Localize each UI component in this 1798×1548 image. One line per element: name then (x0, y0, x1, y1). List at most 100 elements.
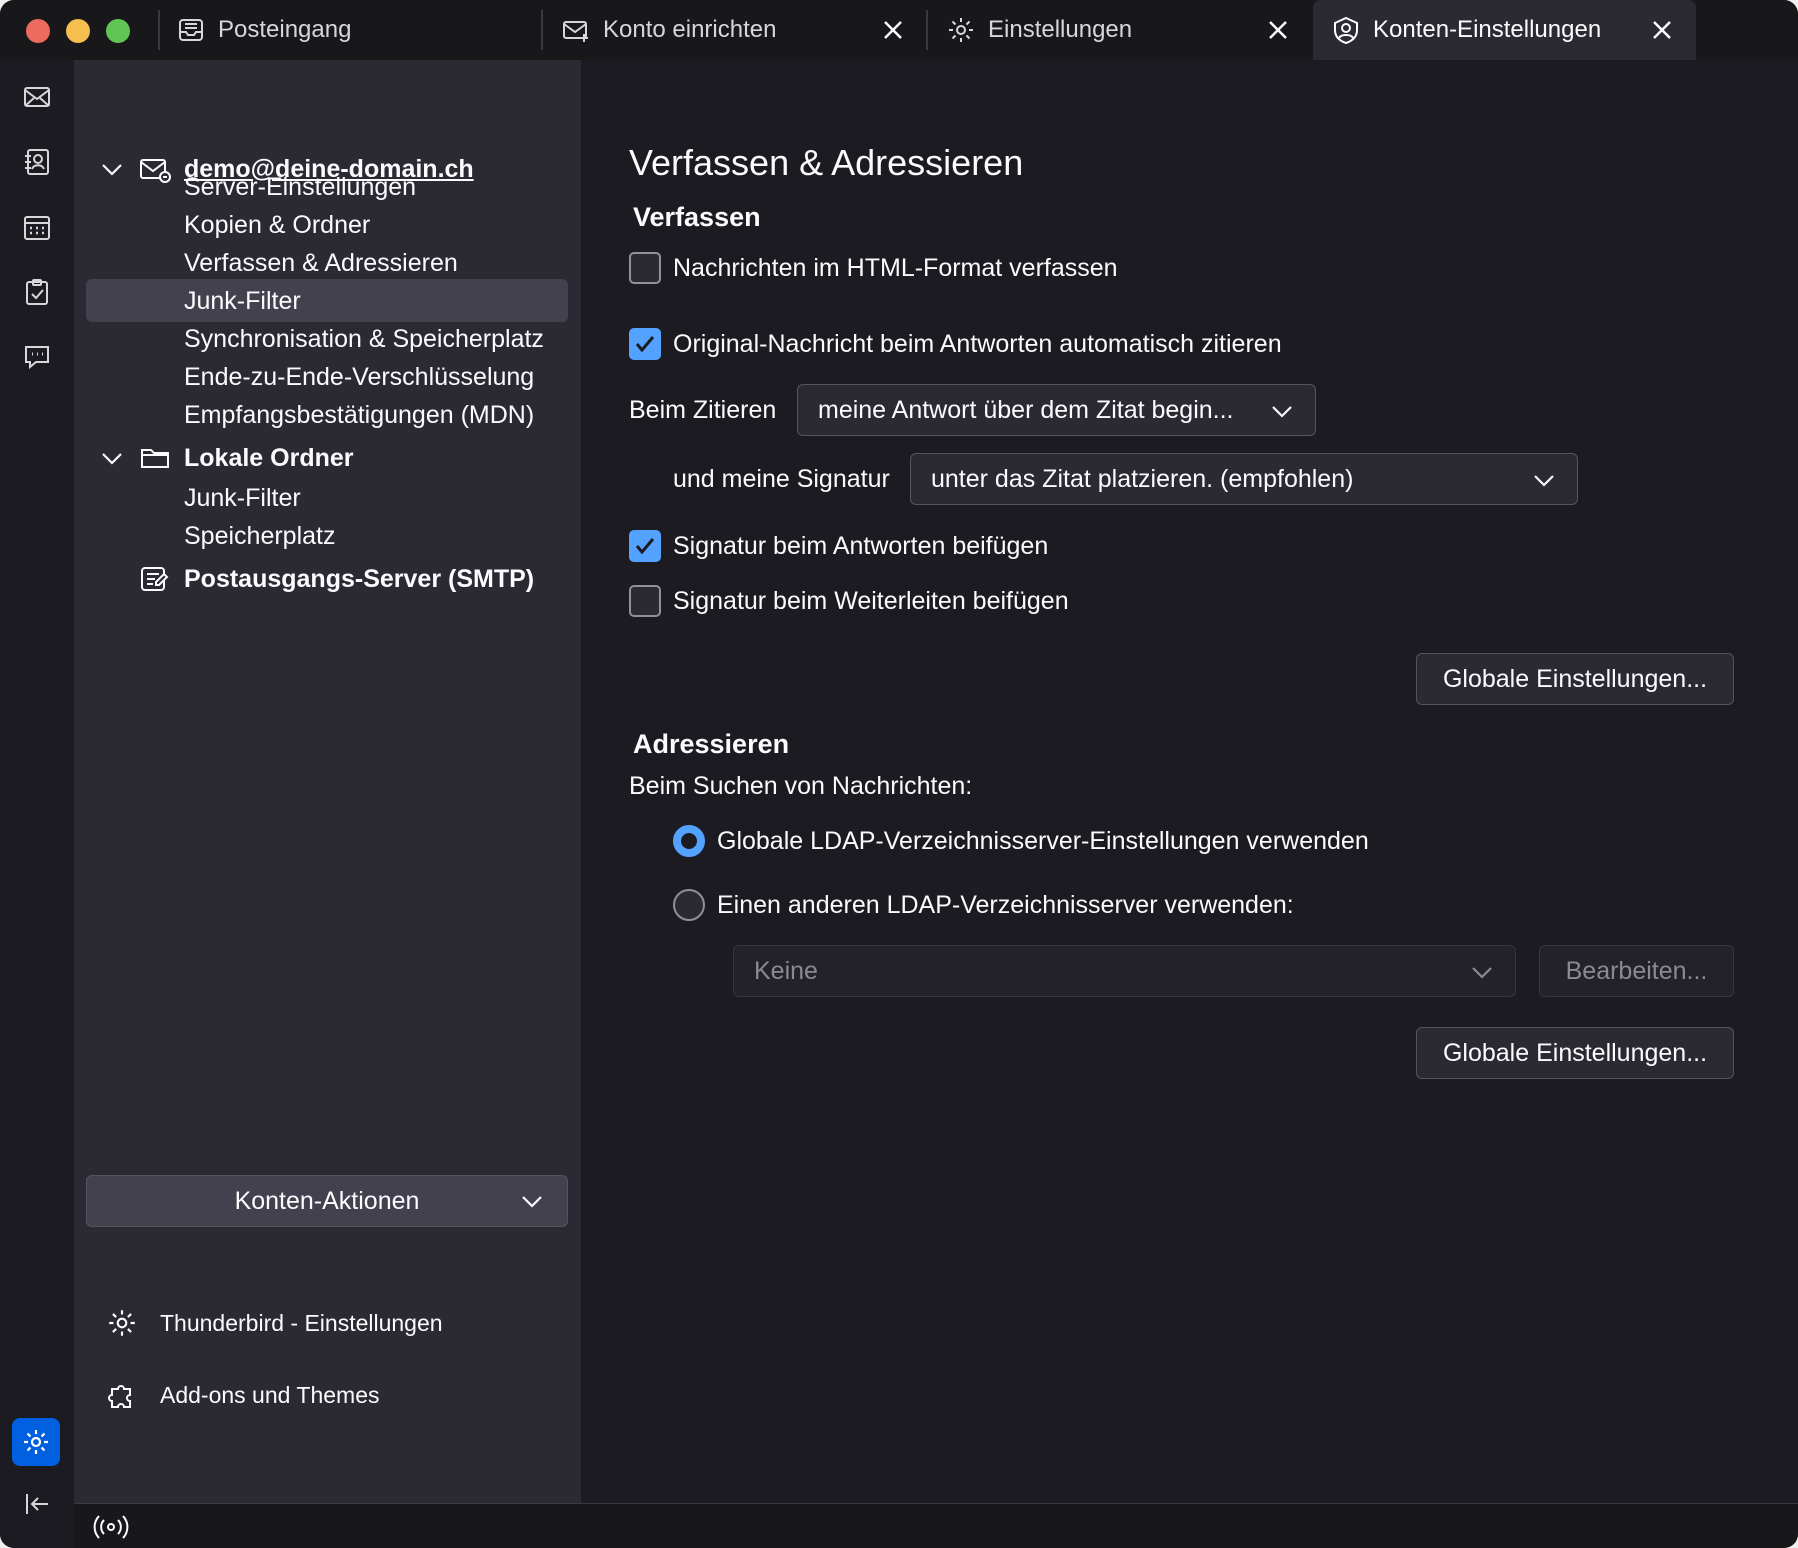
mail-account-icon (138, 152, 172, 186)
signature-position-select[interactable]: unter das Zitat platzieren. (empfohlen) (910, 453, 1578, 505)
sig-reply-label: Signatur beim Antworten beifügen (673, 531, 1049, 560)
tab-separator (158, 10, 160, 50)
tree-item-composition[interactable]: Verfassen & Adressieren (184, 249, 458, 278)
thunderbird-settings-label: Thunderbird - Einstellungen (160, 1309, 443, 1336)
tree-item-junk[interactable]: Junk-Filter (184, 287, 301, 316)
status-bar (74, 1503, 1798, 1548)
quote-position-value: meine Antwort über dem Zitat begin... (818, 395, 1234, 424)
window-maximize-button[interactable] (106, 19, 130, 43)
use-global-ldap-label: Globale LDAP-Verzeichnisserver-Einstellu… (717, 826, 1369, 855)
tab-separator (926, 10, 928, 50)
tree-item-e2ee[interactable]: Ende-zu-Ende-Verschlüsselung (184, 363, 534, 392)
tab-account-setup[interactable]: Konto einrichten (561, 0, 927, 60)
auto-quote-label: Original-Nachricht beim Antworten automa… (673, 329, 1282, 358)
tab-label: Posteingang (218, 16, 352, 43)
edit-ldap-label: Bearbeiten... (1565, 956, 1708, 985)
addressing-global-settings-button[interactable]: Globale Einstellungen... (1416, 1027, 1734, 1079)
tree-item-server-settings[interactable]: Server-Einstellungen (184, 173, 416, 202)
tree-item-copies-folders[interactable]: Kopien & Ordner (184, 211, 370, 240)
spaces-toolbar (0, 60, 74, 1548)
tasks-icon[interactable] (17, 272, 57, 312)
account-actions-button[interactable]: Konten-Aktionen (86, 1175, 568, 1227)
outgoing-server-icon (138, 562, 172, 596)
sig-forward-checkbox[interactable] (629, 585, 661, 617)
tab-label: Einstellungen (988, 16, 1133, 43)
quote-label: Beim Zitieren (629, 396, 777, 424)
signature-position-value: unter das Zitat platzieren. (empfohlen) (931, 464, 1354, 493)
settings-icon[interactable] (12, 1418, 60, 1466)
account-actions-label: Konten-Aktionen (234, 1186, 420, 1215)
auto-quote-option[interactable]: Original-Nachricht beim Antworten automa… (629, 328, 1282, 360)
local-folders-label: Lokale Ordner (184, 443, 354, 472)
tab-settings[interactable]: Einstellungen (946, 0, 1312, 60)
smtp-row[interactable]: Postausgangs-Server (SMTP) (138, 562, 534, 596)
account-tree: demo@deine-domain.ch Server-Einstellunge… (74, 60, 581, 1503)
ldap-server-select[interactable]: Keine (733, 945, 1516, 997)
tab-label: Konten-Einstellungen (1373, 16, 1602, 43)
tab-account-settings[interactable]: Konten-Einstellungen (1313, 0, 1696, 60)
addons-themes-label: Add-ons und Themes (160, 1381, 380, 1408)
folder-icon (138, 441, 172, 475)
chevron-down-icon (1269, 398, 1295, 424)
close-icon[interactable] (879, 16, 907, 44)
addressing-heading: Adressieren (633, 729, 790, 759)
chevron-down-icon (519, 1188, 545, 1214)
window-close-button[interactable] (26, 19, 50, 43)
close-icon[interactable] (1648, 16, 1676, 44)
quote-position-select[interactable]: meine Antwort über dem Zitat begin... (797, 384, 1316, 436)
mail-icon[interactable] (17, 77, 57, 117)
tab-separator (541, 10, 543, 50)
tab-bar: Posteingang Konto einrichten Einstellung… (0, 0, 1798, 60)
inbox-icon (176, 15, 206, 45)
chevron-down-icon[interactable] (98, 155, 126, 183)
settings-content: Verfassen & Adressieren Verfassen Nachri… (581, 60, 1798, 1503)
use-global-ldap-option[interactable]: Globale LDAP-Verzeichnisserver-Einstellu… (673, 825, 1369, 857)
sig-reply-option[interactable]: Signatur beim Antworten beifügen (629, 530, 1048, 562)
html-format-checkbox[interactable] (629, 252, 661, 284)
chevron-down-icon (1531, 467, 1557, 493)
sig-forward-option[interactable]: Signatur beim Weiterleiten beifügen (629, 585, 1069, 617)
tree-item-receipts[interactable]: Empfangsbestätigungen (MDN) (184, 401, 534, 430)
tree-selection (86, 279, 568, 322)
mail-setup-icon (561, 15, 591, 45)
chat-icon[interactable] (17, 337, 57, 377)
tree-item-sync[interactable]: Synchronisation & Speicherplatz (184, 325, 544, 354)
compose-global-settings-button[interactable]: Globale Einstellungen... (1416, 653, 1734, 705)
ldap-server-value: Keine (754, 956, 818, 985)
thunderbird-window: Posteingang Konto einrichten Einstellung… (0, 0, 1798, 1548)
signature-label: und meine Signatur (673, 465, 890, 493)
online-status-icon[interactable] (92, 1512, 130, 1542)
use-other-ldap-label: Einen anderen LDAP-Verzeichnisserver ver… (717, 890, 1294, 919)
sig-forward-label: Signatur beim Weiterleiten beifügen (673, 586, 1069, 615)
html-format-label: Nachrichten im HTML-Format verfassen (673, 253, 1118, 282)
edit-ldap-button[interactable]: Bearbeiten... (1539, 945, 1734, 997)
address-book-icon[interactable] (17, 142, 57, 182)
tree-item-local-storage[interactable]: Speicherplatz (184, 522, 335, 551)
account-icon (1331, 15, 1361, 45)
sig-reply-checkbox[interactable] (629, 530, 661, 562)
smtp-label: Postausgangs-Server (SMTP) (184, 564, 535, 593)
tab-label: Konto einrichten (603, 16, 777, 43)
tab-inbox[interactable]: Posteingang (176, 0, 542, 60)
local-folders-row[interactable]: Lokale Ordner (98, 441, 354, 475)
html-format-option[interactable]: Nachrichten im HTML-Format verfassen (629, 252, 1118, 284)
compose-global-settings-label: Globale Einstellungen... (1442, 664, 1708, 693)
use-other-ldap-radio[interactable] (673, 889, 705, 921)
search-label: Beim Suchen von Nachrichten: (629, 772, 973, 800)
page-title: Verfassen & Adressieren (629, 142, 1024, 183)
window-minimize-button[interactable] (66, 19, 90, 43)
use-global-ldap-radio[interactable] (673, 825, 705, 857)
auto-quote-checkbox[interactable] (629, 328, 661, 360)
use-other-ldap-option[interactable]: Einen anderen LDAP-Verzeichnisserver ver… (673, 889, 1294, 921)
chevron-down-icon[interactable] (98, 444, 126, 472)
addons-themes-link[interactable]: Add-ons und Themes (104, 1377, 380, 1413)
chevron-down-icon (1469, 959, 1495, 985)
calendar-icon[interactable] (17, 207, 57, 247)
compose-heading: Verfassen (633, 202, 761, 232)
tree-item-local-junk[interactable]: Junk-Filter (184, 484, 301, 513)
gear-icon (104, 1305, 140, 1341)
addressing-global-settings-label: Globale Einstellungen... (1442, 1038, 1708, 1067)
collapse-icon[interactable] (17, 1484, 57, 1524)
thunderbird-settings-link[interactable]: Thunderbird - Einstellungen (104, 1305, 443, 1341)
close-icon[interactable] (1264, 16, 1292, 44)
